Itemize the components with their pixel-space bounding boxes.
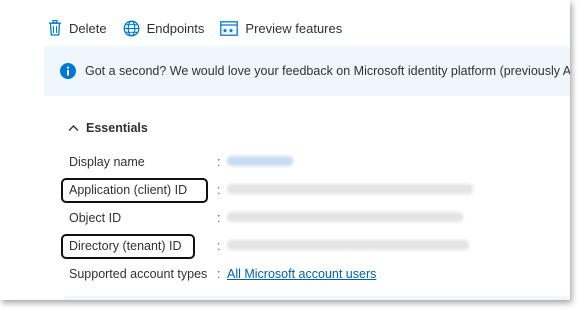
object-id-label: Object ID [69, 211, 122, 225]
command-bar: Delete Endpoints Preview features [48, 14, 358, 42]
directory-tenant-id-value [227, 239, 469, 253]
row-colon: : [217, 239, 221, 253]
preview-features-icon [220, 20, 245, 36]
supported-account-types-label: Supported account types [69, 267, 208, 281]
row-colon: : [217, 183, 221, 197]
essentials-toggle[interactable]: Essentials [68, 121, 148, 135]
application-client-id-value [227, 183, 473, 197]
delete-label: Delete [69, 20, 107, 36]
row-colon: : [217, 211, 221, 225]
display-name-label: Display name [69, 155, 145, 169]
feedback-banner: Got a second? We would love your feedbac… [44, 46, 570, 96]
section-divider [64, 296, 570, 300]
essentials-row-supported-account-types: Supported account types : All Microsoft … [69, 265, 376, 283]
delete-button[interactable]: Delete [48, 20, 107, 36]
chevron-up-icon [68, 124, 86, 132]
preview-features-label: Preview features [245, 20, 343, 36]
trash-icon [48, 20, 69, 36]
essentials-title: Essentials [86, 121, 148, 135]
info-icon [60, 63, 76, 79]
banner-text[interactable]: Got a second? We would love your feedbac… [85, 64, 570, 78]
supported-account-types-link[interactable]: All Microsoft account users [227, 267, 376, 281]
endpoints-button[interactable]: Endpoints [123, 20, 205, 37]
application-id-highlight [61, 178, 208, 203]
globe-icon [123, 20, 147, 37]
essentials-row-display-name: Display name : [69, 153, 293, 171]
preview-features-button[interactable]: Preview features [220, 21, 342, 36]
endpoints-label: Endpoints [146, 20, 205, 36]
object-id-value [227, 211, 463, 225]
row-colon: : [217, 155, 221, 169]
display-name-value[interactable] [227, 155, 293, 169]
directory-id-highlight [61, 234, 195, 259]
row-colon: : [217, 267, 221, 281]
essentials-row-object-id: Object ID : [69, 209, 463, 227]
app-registration-overview: Delete Endpoints Preview features Got a … [0, 0, 570, 300]
